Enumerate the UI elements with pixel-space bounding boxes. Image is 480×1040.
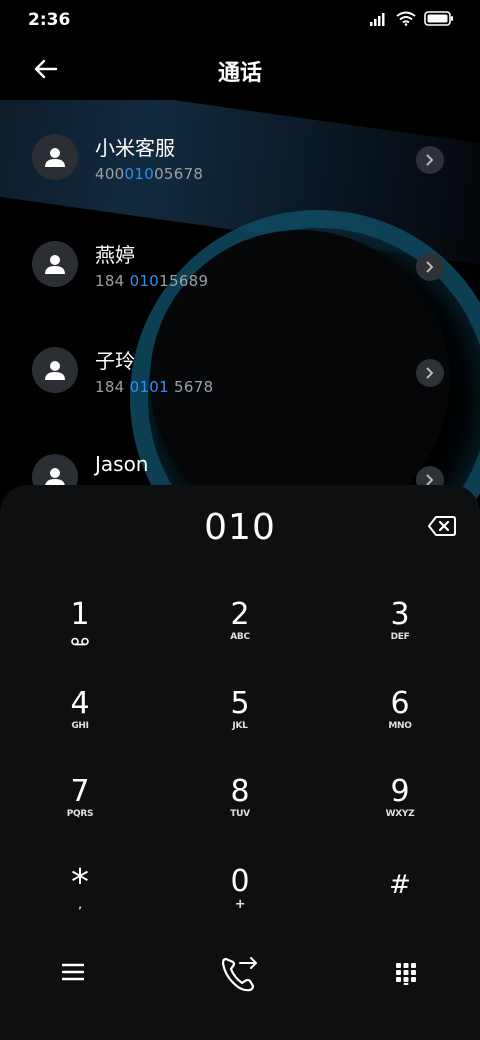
dialpad-panel: 010 1 2 ABC 3 DEF 4 GHI 5 JKL 6 MNO 7 PQRS 8 TU… bbox=[0, 485, 480, 1040]
chevron-right-icon bbox=[426, 367, 434, 379]
contact-name: Jason bbox=[95, 452, 149, 476]
contact-details-button[interactable] bbox=[416, 146, 444, 174]
contact-name: 小米客服 bbox=[95, 136, 175, 160]
contact-number: 184 01015689 bbox=[95, 272, 209, 290]
key-5[interactable]: 5 JKL bbox=[180, 687, 300, 767]
signal-icon bbox=[370, 12, 385, 26]
call-button[interactable] bbox=[220, 955, 260, 997]
voicemail-icon bbox=[71, 637, 89, 646]
contact-details-button[interactable] bbox=[416, 253, 444, 281]
contact-name: 燕婷 bbox=[95, 243, 135, 267]
contact-details-button[interactable] bbox=[416, 359, 444, 387]
key-1[interactable]: 1 bbox=[20, 598, 140, 678]
avatar bbox=[32, 241, 78, 287]
key-8[interactable]: 8 TUV bbox=[180, 775, 300, 855]
battery-icon bbox=[424, 11, 453, 26]
status-bar: 2:36 bbox=[0, 0, 480, 40]
backspace-button[interactable] bbox=[428, 515, 456, 537]
wifi-icon bbox=[396, 11, 416, 26]
keypad-icon bbox=[396, 963, 416, 985]
call-icon bbox=[221, 957, 257, 992]
contact-number: 40001005678 bbox=[95, 165, 204, 183]
key-4[interactable]: 4 GHI bbox=[20, 687, 140, 767]
key-hash[interactable]: # bbox=[340, 865, 460, 945]
avatar bbox=[32, 134, 78, 180]
key-star[interactable]: *, bbox=[20, 865, 140, 945]
contact-row[interactable]: 小米客服 40001005678 bbox=[0, 110, 480, 210]
menu-button[interactable] bbox=[61, 963, 85, 985]
keypad-toggle-button[interactable] bbox=[396, 963, 416, 989]
key-9[interactable]: 9 WXYZ bbox=[340, 775, 460, 855]
key-0[interactable]: 0 + bbox=[180, 865, 300, 945]
person-icon bbox=[45, 148, 65, 167]
contact-row[interactable]: 燕婷 184 01015689 bbox=[0, 217, 480, 317]
key-3[interactable]: 3 DEF bbox=[340, 598, 460, 678]
key-6[interactable]: 6 MNO bbox=[340, 687, 460, 767]
chevron-right-icon bbox=[426, 154, 434, 166]
person-icon bbox=[45, 361, 65, 380]
backspace-icon bbox=[428, 516, 456, 536]
contact-name: 子玲 bbox=[95, 349, 135, 373]
avatar bbox=[32, 347, 78, 393]
chevron-right-icon bbox=[426, 261, 434, 273]
key-2[interactable]: 2 ABC bbox=[180, 598, 300, 678]
status-time: 2:36 bbox=[28, 10, 71, 30]
menu-icon bbox=[61, 963, 85, 981]
person-icon bbox=[45, 255, 65, 274]
dialed-number: 010 bbox=[204, 507, 276, 548]
page-title: 通话 bbox=[217, 61, 262, 86]
key-7[interactable]: 7 PQRS bbox=[20, 775, 140, 855]
contact-number: 184 0101 5678 bbox=[95, 378, 214, 396]
contact-row[interactable]: 子玲 184 0101 5678 bbox=[0, 323, 480, 423]
